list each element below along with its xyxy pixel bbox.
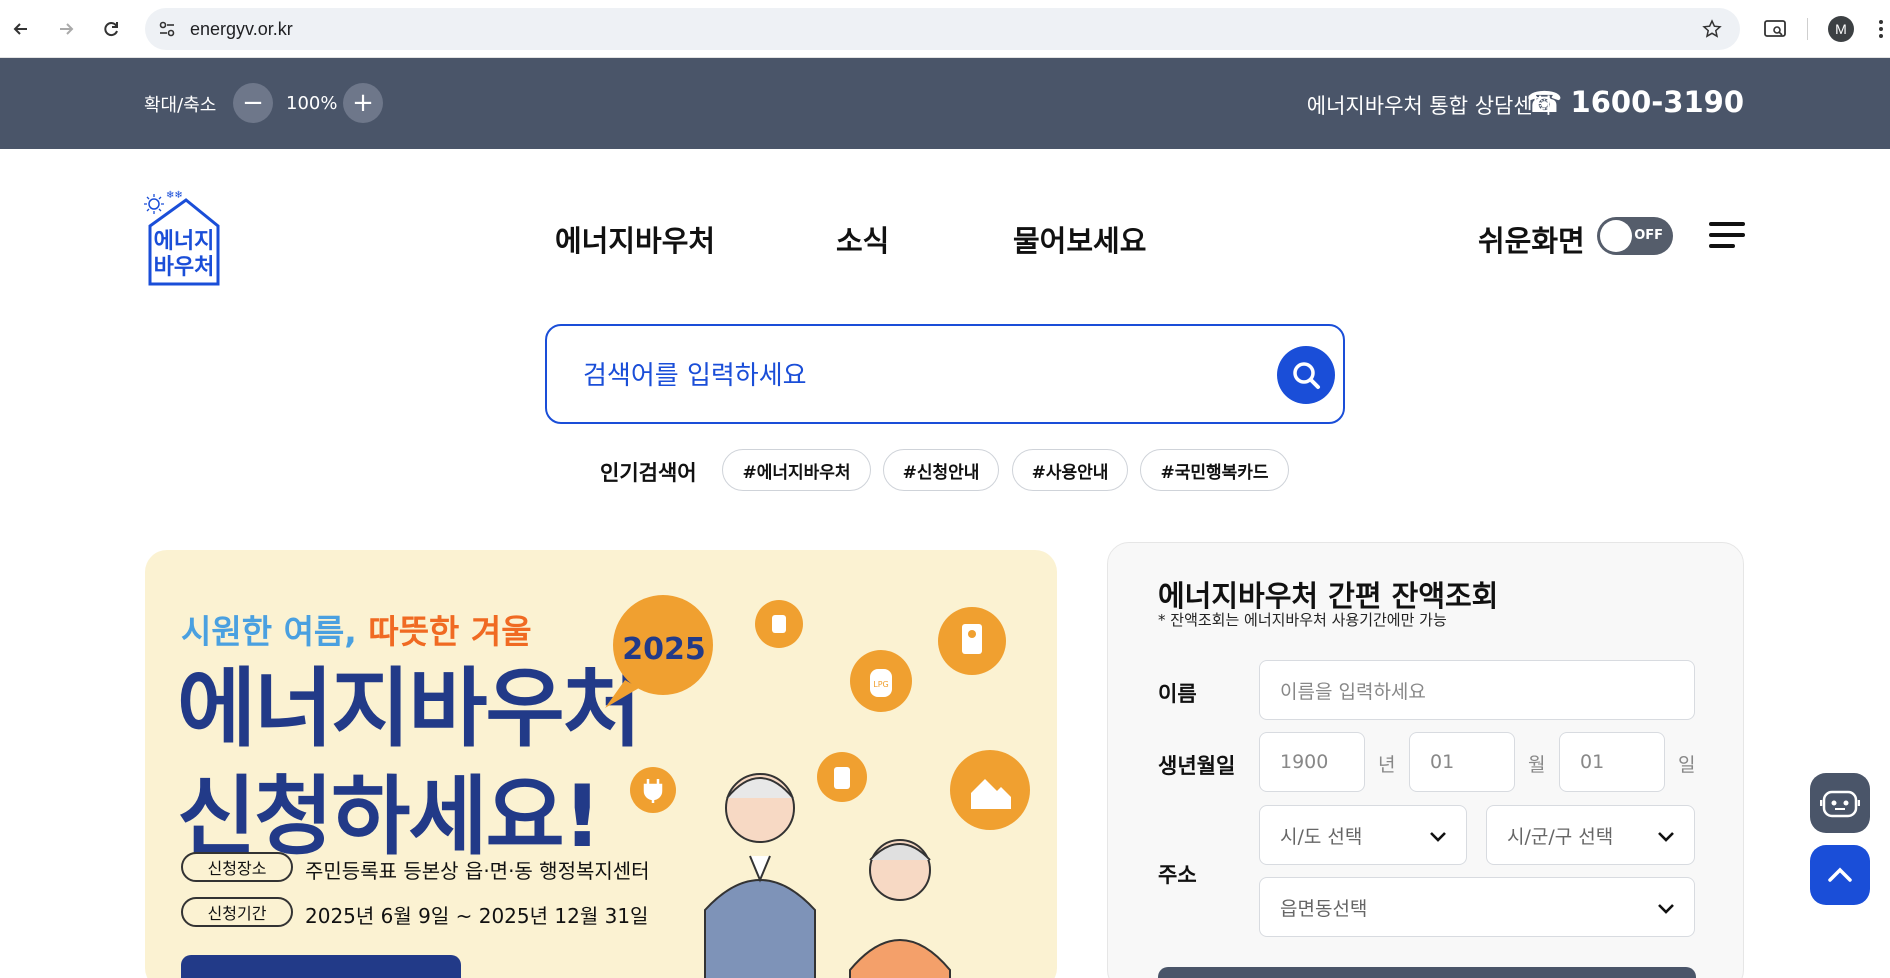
- svg-text:LPG: LPG: [873, 680, 888, 689]
- scroll-to-top-button[interactable]: [1810, 845, 1870, 905]
- birth-label: 생년월일: [1158, 754, 1236, 778]
- banner-subtitle: 시원한 여름, 따뜻한 겨울: [181, 612, 532, 651]
- hamburger-menu-icon[interactable]: [1709, 222, 1745, 250]
- balance-check-panel: 에너지바우처 간편 잔액조회 * 잔액조회는 에너지바우처 사용기간에만 가능 …: [1107, 542, 1744, 978]
- banner-period-value: 2025년 6월 9일 ~ 2025년 12월 31일: [305, 904, 649, 928]
- chevron-down-icon: [1430, 832, 1446, 842]
- phone-number: 1600-3190: [1570, 85, 1744, 119]
- toggle-knob: [1600, 220, 1632, 252]
- nav-ask[interactable]: 물어보세요: [1013, 218, 1146, 260]
- zoom-out-button[interactable]: −: [233, 83, 273, 123]
- phone-icon: ☎: [1526, 85, 1563, 119]
- robot-icon: [1820, 790, 1860, 818]
- birth-month-field[interactable]: 01: [1409, 732, 1515, 792]
- name-label: 이름: [1158, 682, 1197, 706]
- bookmark-star-icon[interactable]: [1700, 17, 1724, 41]
- address-label: 주소: [1158, 863, 1197, 887]
- chevron-up-icon: [1828, 867, 1852, 882]
- chevron-down-icon: [1658, 904, 1674, 914]
- name-field[interactable]: 이름을 입력하세요: [1259, 660, 1695, 720]
- forward-icon[interactable]: [49, 12, 83, 46]
- back-icon[interactable]: [4, 12, 38, 46]
- toolbar-divider: [1807, 18, 1808, 40]
- tab-search-icon[interactable]: [1762, 16, 1788, 42]
- nav-energy-voucher[interactable]: 에너지바우처: [555, 218, 715, 260]
- search-box: [545, 324, 1345, 424]
- eupmyeondong-select[interactable]: 읍면동선택: [1259, 877, 1695, 937]
- promo-banner[interactable]: 시원한 여름, 따뜻한 겨울 에너지바우처 신청하세요! 2025 LPG 신청…: [145, 550, 1057, 978]
- more-menu-icon[interactable]: [1876, 16, 1886, 42]
- balance-note: * 잔액조회는 에너지바우처 사용기간에만 가능: [1158, 611, 1447, 629]
- lpg-icon: LPG: [850, 650, 912, 712]
- search-input[interactable]: [583, 356, 1223, 396]
- site-info-icon[interactable]: [155, 17, 179, 41]
- easy-mode-label: 쉬운화면: [1478, 224, 1585, 258]
- birth-year-field[interactable]: 1900: [1259, 732, 1365, 792]
- call-center-label: 에너지바우처 통합 상담센터: [1306, 94, 1552, 118]
- reload-icon[interactable]: [94, 12, 128, 46]
- balance-submit-button[interactable]: [1158, 967, 1696, 978]
- sigungu-select[interactable]: 시/군/구 선택: [1486, 805, 1695, 865]
- banner-place-value: 주민등록표 등본상 읍·면·동 행정복지센터: [305, 859, 650, 883]
- popular-tag[interactable]: #사용안내: [1012, 449, 1128, 491]
- popular-keywords-label: 인기검색어: [600, 461, 697, 485]
- banner-place-label: 신청장소: [181, 852, 293, 882]
- water-heater-icon: [938, 607, 1006, 675]
- boiler-icon: [755, 600, 803, 648]
- utility-bar: 확대/축소 − 100% + 에너지바우처 통합 상담센터 ☎ 1600-319…: [0, 58, 1890, 149]
- search-button[interactable]: [1277, 346, 1335, 404]
- logo-text-line2: 바우처: [154, 255, 215, 280]
- banner-title: 에너지바우처 신청하세요!: [177, 659, 642, 867]
- popular-tag[interactable]: #에너지바우처: [722, 449, 871, 491]
- banner-period-label: 신청기간: [181, 897, 293, 927]
- nav-news[interactable]: 소식: [836, 218, 889, 260]
- profile-avatar[interactable]: M: [1828, 16, 1854, 42]
- browser-toolbar: energyv.or.kr M: [0, 0, 1890, 58]
- elderly-couple-illustration: [704, 773, 951, 978]
- toggle-state: OFF: [1634, 228, 1663, 243]
- zoom-label: 확대/축소: [144, 95, 217, 116]
- banner-cta-button[interactable]: [181, 955, 461, 978]
- sido-select[interactable]: 시/도 선택: [1259, 805, 1467, 865]
- popular-tag[interactable]: #국민행복카드: [1140, 449, 1289, 491]
- call-center-phone[interactable]: ☎ 1600-3190: [1526, 85, 1744, 119]
- month-unit: 월: [1528, 754, 1546, 776]
- search-icon: [1293, 362, 1320, 389]
- svg-text:❄❄: ❄❄: [166, 190, 183, 201]
- address-bar[interactable]: energyv.or.kr: [145, 8, 1740, 50]
- popular-tag[interactable]: #신청안내: [883, 449, 999, 491]
- easy-mode-toggle[interactable]: OFF: [1597, 217, 1673, 255]
- site-logo[interactable]: ❄❄ 에너지 바우처: [144, 186, 222, 286]
- chevron-down-icon: [1658, 832, 1674, 842]
- zoom-in-button[interactable]: +: [343, 83, 383, 123]
- year-unit: 년: [1378, 754, 1396, 776]
- banner-year: 2025: [622, 632, 706, 667]
- url-text: energyv.or.kr: [190, 19, 293, 39]
- logo-text-line1: 에너지: [154, 229, 215, 254]
- chatbot-button[interactable]: [1810, 773, 1870, 833]
- day-unit: 일: [1678, 754, 1696, 776]
- birth-day-field[interactable]: 01: [1559, 732, 1665, 792]
- zoom-value: 100%: [286, 93, 338, 114]
